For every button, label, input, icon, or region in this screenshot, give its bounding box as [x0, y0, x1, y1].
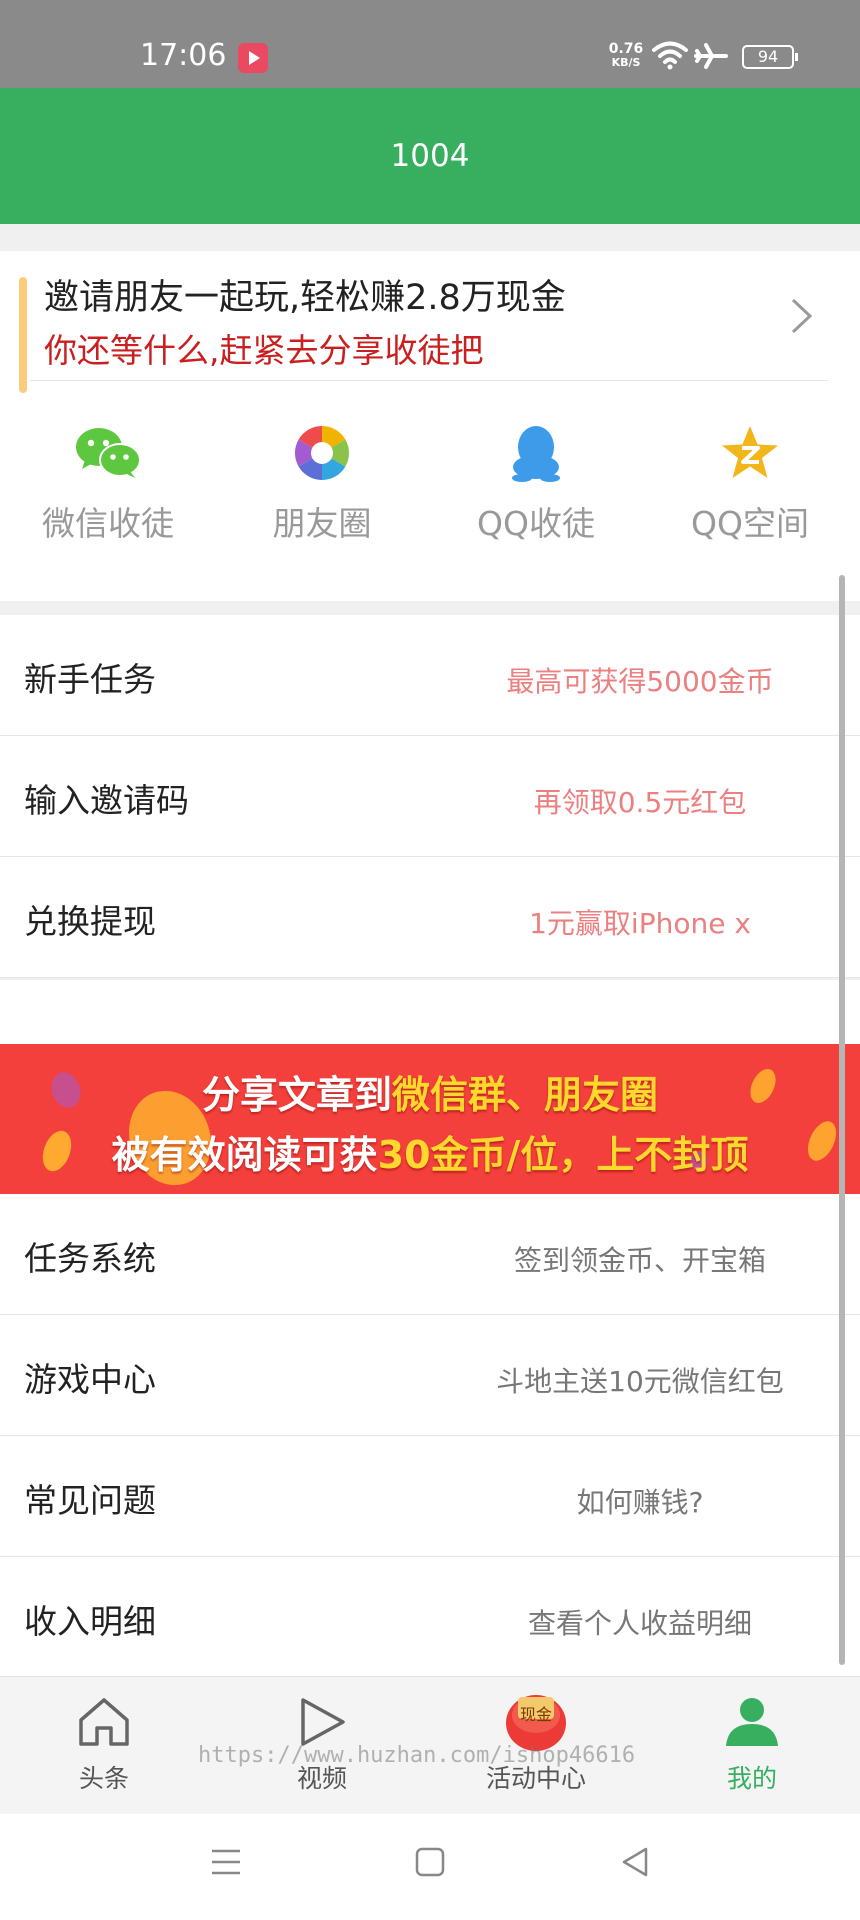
chevron-right-icon — [791, 298, 813, 334]
share-wechat-button[interactable]: 微信收徒 — [13, 423, 203, 545]
menu-row-value: 查看个人收益明细 — [527, 1607, 752, 1640]
share-qzone-button[interactable]: QQ空间 — [655, 423, 845, 545]
promo-line-1-prefix: 分享文章到 — [201, 1073, 392, 1117]
menu-row-withdraw[interactable]: 兑换提现 1元赢取iPhone x — [0, 857, 860, 978]
menu-row-value: 再领取0.5元红包 — [533, 786, 747, 819]
menu-row-value: 最高可获得5000金币 — [506, 665, 774, 698]
menu-row-faq[interactable]: 常见问题 如何赚钱? — [0, 1436, 860, 1557]
back-icon[interactable] — [620, 1846, 650, 1878]
airplane-icon — [694, 43, 728, 69]
menu-row-income-detail[interactable]: 收入明细 查看个人收益明细 — [0, 1557, 860, 1678]
menu-row-label: 收入明细 — [24, 1602, 156, 1641]
menu-row-newbie-task[interactable]: 新手任务 最高可获得5000金币 — [0, 615, 860, 736]
menu-row-game-center[interactable]: 游戏中心 斗地主送10元微信红包 — [0, 1315, 860, 1436]
tab-headlines[interactable]: 头条 — [4, 1691, 204, 1795]
page-title: 1004 — [0, 88, 860, 224]
moments-icon — [294, 426, 350, 480]
share-qzone-label: QQ空间 — [691, 504, 809, 543]
promo-line-2-highlight: 30金币/位，上不封顶 — [377, 1133, 749, 1177]
status-time: 17:06 — [140, 38, 227, 73]
promo-line-2-prefix: 被有效阅读可获 — [111, 1133, 378, 1177]
promo-line-1: 分享文章到微信群、朋友圈 — [0, 1064, 860, 1119]
share-moments-button[interactable]: 朋友圈 — [227, 423, 417, 545]
promo-banner[interactable]: 分享文章到微信群、朋友圈 被有效阅读可获30金币/位，上不封顶 — [0, 1044, 860, 1194]
cash-badge: 现金 — [519, 1705, 552, 1724]
menu-list-bottom: 任务系统 签到领金币、开宝箱 游戏中心 斗地主送10元微信红包 常见问题 如何赚… — [0, 1194, 860, 1678]
share-wechat-label: 微信收徒 — [42, 504, 174, 543]
menu-row-label: 常见问题 — [24, 1481, 156, 1520]
menu-row-value: 如何赚钱? — [576, 1486, 704, 1519]
menu-row-invite-code[interactable]: 输入邀请码 再领取0.5元红包 — [0, 736, 860, 857]
invite-card: 邀请朋友一起玩,轻松赚2.8万现金 你还等什么,赶紧去分享收徒把 微信收徒 朋友… — [0, 251, 860, 601]
tab-label: 我的 — [726, 1764, 777, 1793]
share-qq-button[interactable]: QQ收徒 — [441, 423, 631, 545]
menu-icon[interactable] — [210, 1846, 242, 1878]
scrollbar[interactable] — [839, 575, 845, 1665]
menu-row-label: 新手任务 — [24, 660, 156, 699]
menu-row-value: 斗地主送10元微信红包 — [496, 1365, 784, 1398]
wechat-icon — [76, 428, 141, 478]
invite-title: 邀请朋友一起玩,轻松赚2.8万现金 — [44, 278, 566, 318]
menu-row-label: 任务系统 — [24, 1239, 156, 1278]
home-icon — [79, 1698, 129, 1746]
menu-row-label: 兑换提现 — [24, 902, 156, 941]
invite-subtitle: 你还等什么,赶紧去分享收徒把 — [44, 331, 484, 370]
video-app-icon — [238, 43, 268, 73]
tab-label: 头条 — [78, 1764, 129, 1793]
network-speed-value: 0.76 — [608, 41, 644, 57]
battery-icon: 94 — [742, 45, 798, 69]
share-moments-label: 朋友圈 — [272, 504, 372, 543]
promo-line-2: 被有效阅读可获30金币/位，上不封顶 — [0, 1124, 860, 1179]
tab-mine[interactable]: 我的 — [652, 1691, 852, 1795]
user-icon — [726, 1698, 778, 1746]
divider — [30, 380, 828, 381]
qzone-icon — [722, 426, 778, 478]
share-qq-label: QQ收徒 — [477, 504, 595, 543]
status-bar: 17:06 0.76 KB/S 94 — [0, 0, 860, 88]
menu-row-value: 签到领金币、开宝箱 — [513, 1244, 766, 1277]
system-nav-bar — [0, 1814, 860, 1920]
menu-row-task-system[interactable]: 任务系统 签到领金币、开宝箱 — [0, 1194, 860, 1315]
watermark: https://www.huzhan.com/ishop46616 — [198, 1743, 636, 1768]
promo-line-1-highlight: 微信群、朋友圈 — [392, 1073, 659, 1117]
menu-row-label: 输入邀请码 — [24, 781, 189, 820]
wifi-icon — [652, 41, 688, 70]
menu-row-value: 1元赢取iPhone x — [529, 907, 751, 940]
network-speed: 0.76 KB/S — [606, 42, 646, 70]
menu-list-top: 新手任务 最高可获得5000金币 输入邀请码 再领取0.5元红包 兑换提现 1元… — [0, 615, 860, 978]
qq-icon — [512, 426, 560, 482]
network-speed-unit: KB/S — [611, 56, 641, 69]
invite-accent-bar — [19, 277, 27, 393]
spacer — [0, 980, 860, 1044]
play-icon — [301, 1698, 345, 1746]
home-square-icon[interactable] — [415, 1846, 445, 1878]
menu-row-label: 游戏中心 — [24, 1360, 156, 1399]
